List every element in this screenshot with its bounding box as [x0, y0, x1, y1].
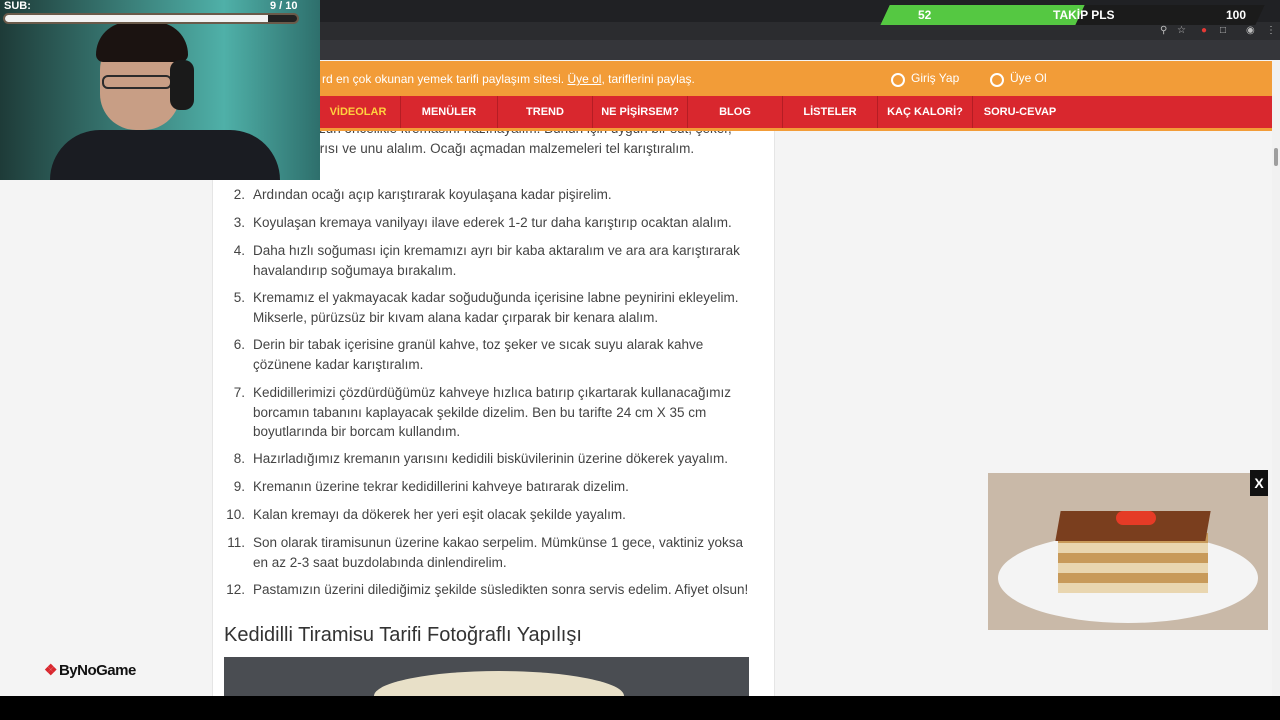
menu-dots-icon[interactable]: ⋮	[1266, 25, 1276, 36]
menu-item-menuler[interactable]: MENÜLER	[401, 96, 498, 128]
step-text: Kalan kremayı da dökerek her yeri eşit o…	[253, 507, 626, 522]
brand-icon: ❖	[44, 662, 57, 679]
menu-item-blog[interactable]: BLOG	[688, 96, 783, 128]
menu-item-videolar[interactable]: VİDEOLAR	[316, 96, 401, 128]
extension-icon[interactable]: ●	[1201, 25, 1207, 36]
step-number: 7.	[233, 385, 245, 400]
user-icon	[891, 73, 905, 87]
step-text: Pastamızın üzerini dilediğimiz şekilde s…	[253, 582, 749, 597]
tagline-text-end: , tariflerini paylaş.	[601, 72, 695, 86]
step-number: 4.	[233, 243, 245, 258]
step-text: Ardından ocağı açıp karıştırarak koyulaş…	[253, 187, 612, 202]
step-text: Kedidillerimizi çözdürdüğümüz kahveye hı…	[253, 385, 731, 439]
tab-icon[interactable]: □	[1220, 25, 1226, 36]
scrollbar-thumb[interactable]	[1274, 148, 1278, 166]
step-number: 12.	[226, 582, 245, 597]
brand-logo: ❖ ByNoGame	[44, 661, 136, 679]
sub-goal-count: 9 / 10	[270, 0, 298, 12]
tagline-text: rd en çok okunan yemek tarifi paylaşım s…	[322, 72, 565, 86]
menu-item-soru-cevap[interactable]: SORU-CEVAP	[973, 96, 1067, 128]
step-text: Kremamız el yakmayacak kadar soğuduğunda…	[253, 290, 739, 325]
recipe-content: ...amisumuzun öncelikle kremasını hazırl…	[212, 131, 775, 696]
follow-goal: 100	[1226, 8, 1247, 22]
headphone-icon	[170, 60, 194, 110]
step-text: Koyulaşan kremaya vanilyayı ilave ederek…	[253, 215, 732, 230]
sub-goal-bar	[3, 13, 299, 24]
step-number: 8.	[233, 451, 245, 466]
site-tagline: rd en çok okunan yemek tarifi paylaşım s…	[322, 72, 695, 86]
strawberry-image	[1116, 511, 1156, 525]
register-button[interactable]: Üye Ol	[990, 71, 1047, 87]
video-popup[interactable]	[988, 473, 1268, 630]
step-text: Derin bir tabak içerisine granül kahve, …	[253, 337, 704, 372]
follow-count: 52	[918, 8, 932, 22]
cake-image	[1058, 533, 1208, 593]
zoom-icon[interactable]: ⚲	[1160, 25, 1167, 36]
menu-item-trend[interactable]: TREND	[498, 96, 593, 128]
register-label: Üye Ol	[1010, 71, 1047, 85]
streamer-glasses	[102, 75, 172, 89]
signup-link[interactable]: Üye ol	[567, 72, 601, 86]
recipe-photo[interactable]	[224, 657, 749, 696]
step-text: Daha hızlı soğuması için kremamızı ayrı …	[253, 243, 740, 278]
step-number: 2.	[233, 187, 245, 202]
login-label: Giriş Yap	[911, 71, 960, 85]
menu-item-listeler[interactable]: LİSTELER	[783, 96, 878, 128]
star-icon[interactable]: ☆	[1177, 25, 1186, 36]
login-button[interactable]: Giriş Yap	[891, 71, 959, 87]
streamer-hair	[96, 22, 188, 62]
close-icon[interactable]: X	[1250, 470, 1268, 496]
step-number: 11.	[227, 535, 245, 550]
menu-item-ne-pisirsem[interactable]: NE PİŞİRSEM?	[593, 96, 688, 128]
streamer-shirt	[50, 130, 280, 180]
step-number: 9.	[233, 479, 245, 494]
profile-icon[interactable]: ◉	[1246, 25, 1255, 36]
webcam-overlay: SUB: 9 / 10	[0, 0, 320, 180]
step-number: 10.	[226, 507, 245, 522]
step-text: Son olarak tiramisunun üzerine kakao ser…	[253, 535, 743, 570]
step-number: 6.	[233, 337, 245, 352]
step-text: Hazırladığımız kremanın yarısını kedidil…	[253, 451, 728, 466]
step-number: 5.	[233, 290, 245, 305]
brand-text: ByNoGame	[58, 662, 136, 679]
step-text: Kremanın üzerine tekrar kedidillerini ka…	[253, 479, 629, 494]
follow-label: TAKİP PLS	[1053, 8, 1115, 22]
section-heading: Kedidilli Tiramisu Tarifi Fotoğraflı Yap…	[224, 624, 582, 646]
step-text: ...amisumuzun öncelikle kremasını hazırl…	[253, 131, 732, 156]
photo-cream	[374, 671, 624, 696]
sub-goal-label: SUB:	[4, 0, 31, 12]
user-plus-icon	[990, 73, 1004, 87]
menu-item-kac-kalori[interactable]: KAÇ KALORİ?	[878, 96, 973, 128]
bottom-bar	[0, 696, 1280, 720]
step-number: 3.	[233, 215, 245, 230]
